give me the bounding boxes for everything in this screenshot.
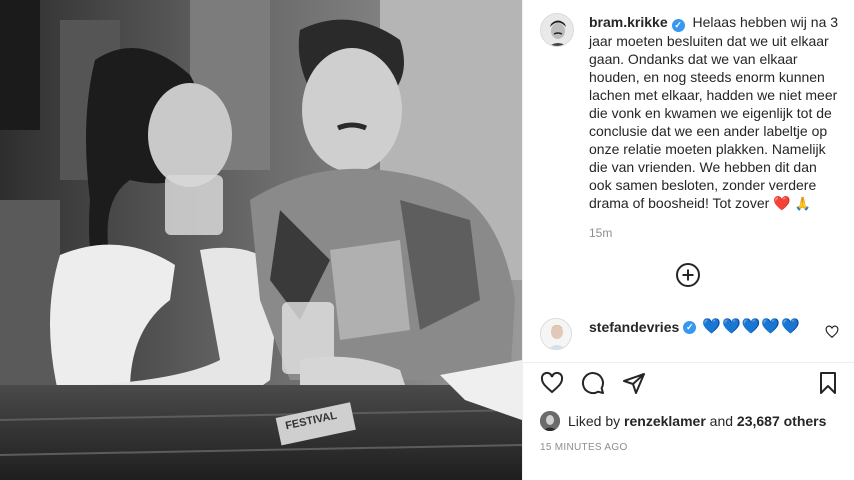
likes-summary: Liked by renzeklamer and 23,687 others bbox=[540, 411, 826, 431]
commenter-username[interactable]: stefandevries bbox=[589, 318, 679, 336]
commenter-avatar[interactable] bbox=[540, 318, 572, 350]
liker-username[interactable]: renzeklamer bbox=[624, 413, 706, 429]
liker-avatar[interactable] bbox=[540, 411, 560, 431]
post-details-panel: bram.krikke ✓ Helaas hebben wij na 3 jaar… bbox=[522, 0, 854, 480]
heart-icon[interactable] bbox=[540, 371, 564, 395]
post-photo[interactable]: FESTIVAL bbox=[0, 0, 522, 480]
verified-badge-icon: ✓ bbox=[671, 19, 685, 32]
pray-emoji: 🙏 bbox=[794, 196, 811, 211]
comment-icon[interactable] bbox=[581, 371, 605, 395]
author-username[interactable]: bram.krikke bbox=[589, 14, 668, 30]
comment-like-heart-icon[interactable] bbox=[825, 325, 839, 339]
caption-time[interactable]: 15m bbox=[589, 226, 612, 240]
comment-text: 💙💙💙💙💙 bbox=[702, 318, 801, 335]
load-more-comments-button[interactable] bbox=[676, 263, 700, 287]
red-heart-emoji: ❤️ bbox=[773, 195, 791, 211]
bookmark-icon[interactable] bbox=[816, 371, 840, 395]
post-timestamp[interactable]: 15 MINUTES AGO bbox=[540, 442, 628, 453]
verified-badge-icon: ✓ bbox=[683, 320, 697, 334]
likes-connector: and bbox=[709, 413, 734, 429]
caption-text: Helaas hebben wij na 3 jaar moeten beslu… bbox=[589, 14, 839, 211]
likes-prefix: Liked by bbox=[568, 413, 621, 429]
post-photo-image bbox=[0, 0, 522, 480]
likes-count[interactable]: 23,687 others bbox=[737, 413, 827, 429]
post-actions-bar bbox=[540, 371, 840, 395]
share-icon[interactable] bbox=[622, 371, 646, 395]
divider bbox=[523, 362, 854, 363]
author-avatar[interactable] bbox=[540, 13, 574, 47]
post-caption: bram.krikke ✓ Helaas hebben wij na 3 jaar… bbox=[589, 13, 839, 213]
comment: stefandevries ✓ 💙💙💙💙💙 bbox=[589, 318, 801, 336]
